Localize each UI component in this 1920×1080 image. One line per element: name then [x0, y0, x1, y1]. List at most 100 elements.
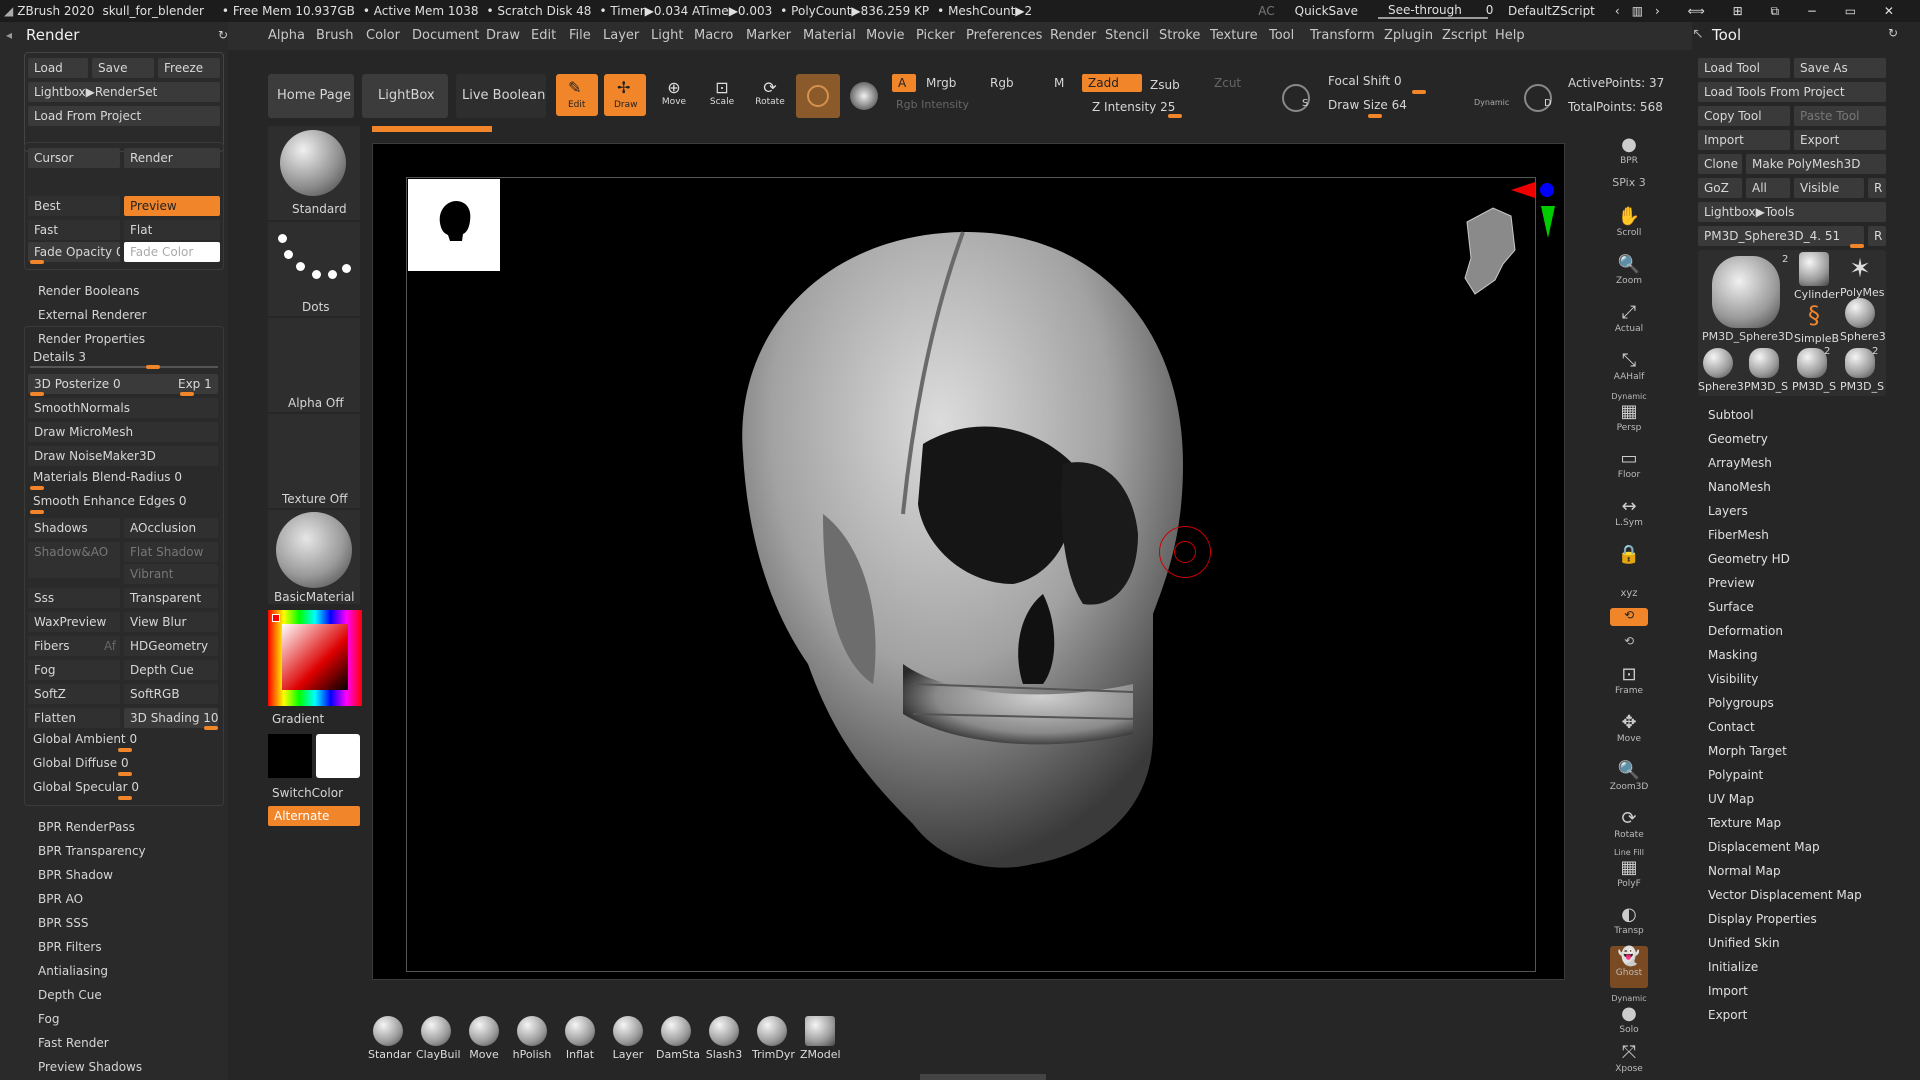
preview-section[interactable]: Preview: [1708, 576, 1755, 590]
render-properties-header[interactable]: Render Properties: [38, 332, 145, 346]
bpr-shadow-section[interactable]: BPR Shadow: [38, 868, 113, 882]
clone-button[interactable]: Clone: [1698, 154, 1742, 174]
polygroups-section[interactable]: Polygroups: [1708, 696, 1774, 710]
scale-button[interactable]: ⊡ Scale: [704, 78, 740, 107]
depth-cue-section[interactable]: Depth Cue: [38, 988, 102, 1002]
external-renderer-section[interactable]: External Renderer: [38, 308, 146, 322]
load-button[interactable]: Load: [28, 58, 88, 78]
smooth-enhance-knob[interactable]: [30, 510, 44, 514]
solo-button[interactable]: Dynamic ● Solo: [1606, 994, 1652, 1035]
preview-shadows-section[interactable]: Preview Shadows: [38, 1060, 142, 1074]
tool-thumb-pm3d-s-1[interactable]: PM3D_S: [1744, 348, 1788, 393]
menu-document[interactable]: Document: [412, 28, 479, 43]
secondary-color-swatch[interactable]: [268, 734, 312, 778]
details-knob[interactable]: [146, 365, 160, 369]
smooth-enhance-slider[interactable]: Smooth Enhance Edges 0: [33, 494, 187, 508]
bpr-ao-section[interactable]: BPR AO: [38, 892, 83, 906]
posterize-slider[interactable]: 3D Posterize 0 Exp 1: [28, 374, 218, 394]
tool-thumb-pm3d-sphere3d[interactable]: PM3D_Sphere3D 2: [1702, 254, 1793, 346]
lock-button[interactable]: 🔒: [1606, 544, 1652, 566]
menu-preferences[interactable]: Preferences: [966, 28, 1042, 43]
current-tool-knob[interactable]: [1850, 244, 1864, 248]
rgb-intensity-slider[interactable]: Rgb Intensity: [896, 98, 969, 111]
flatten-button[interactable]: Flatten: [28, 708, 120, 728]
softz-button[interactable]: SoftZ: [28, 684, 120, 704]
draw-size-slider[interactable]: Draw Size 64: [1328, 98, 1407, 112]
tool-thumb-pm3d-s-3[interactable]: PM3D_S 2: [1840, 346, 1884, 393]
brush-hpolish[interactable]: hPolish: [512, 1016, 552, 1061]
layers-section[interactable]: Layers: [1708, 504, 1748, 518]
deformation-section[interactable]: Deformation: [1708, 624, 1783, 638]
z-intensity-slider[interactable]: Z Intensity 25: [1092, 100, 1175, 114]
r-button[interactable]: R: [1868, 178, 1886, 198]
preview-button[interactable]: Preview: [124, 196, 220, 216]
lsym-button[interactable]: ↔ L.Sym: [1606, 496, 1652, 528]
rotate-view-button[interactable]: ⟳ Rotate: [1606, 808, 1652, 840]
normal-map-section[interactable]: Normal Map: [1708, 864, 1781, 878]
gradient-label[interactable]: Gradient: [272, 712, 324, 726]
brush-slot[interactable]: Standard: [268, 126, 360, 220]
texture-mode-icon[interactable]: [850, 82, 878, 110]
fog-button[interactable]: Fog: [28, 660, 120, 680]
focal-s-icon[interactable]: S: [1282, 84, 1310, 112]
focal-d-icon[interactable]: D: [1524, 84, 1552, 112]
brush-trimdynamic[interactable]: TrimDyr: [752, 1016, 795, 1061]
move-button[interactable]: ⊕ Move: [656, 78, 692, 107]
zadd-button[interactable]: Zadd: [1082, 74, 1142, 92]
flat-shadow-button[interactable]: Flat Shadow: [124, 542, 218, 562]
morph-target-section[interactable]: Morph Target: [1708, 744, 1787, 758]
polypaint-section[interactable]: Polypaint: [1708, 768, 1763, 782]
texture-map-section[interactable]: Texture Map: [1708, 816, 1781, 830]
a-button[interactable]: A: [892, 74, 916, 92]
transp-button[interactable]: ◐ Transp: [1606, 904, 1652, 936]
tool-thumb-cylinder[interactable]: Cylinder: [1794, 252, 1840, 301]
spix-slider[interactable]: SPix 3: [1606, 176, 1652, 189]
3d-shading-slider[interactable]: 3D Shading 100: [124, 708, 218, 728]
zoom3d-button[interactable]: 🔍 Zoom3D: [1606, 760, 1652, 792]
nanomesh-section[interactable]: NanoMesh: [1708, 480, 1771, 494]
focal-shift-slider[interactable]: Focal Shift 0: [1328, 74, 1402, 88]
displacement-map-section[interactable]: Displacement Map: [1708, 840, 1820, 854]
fibermesh-section[interactable]: FiberMesh: [1708, 528, 1769, 542]
bottom-tray-handle[interactable]: [920, 1074, 1046, 1080]
global-specular-knob[interactable]: [118, 796, 132, 800]
menu-transform[interactable]: Transform: [1310, 28, 1375, 43]
menu-macro[interactable]: Macro: [694, 28, 733, 43]
menu-help[interactable]: Help: [1495, 28, 1525, 43]
window-controls[interactable]: ‹▥› ⟺ ⊞ ⧉ − ▭ ✕: [1615, 4, 1906, 19]
load-tools-from-project-button[interactable]: Load Tools From Project: [1698, 82, 1886, 102]
scroll-button[interactable]: ✋ Scroll: [1606, 206, 1652, 238]
m-button[interactable]: M: [1054, 76, 1064, 90]
materials-blend-knob[interactable]: [30, 486, 44, 490]
bpr-filters-section[interactable]: BPR Filters: [38, 940, 102, 954]
menu-render[interactable]: Render: [1050, 28, 1096, 43]
menu-zscript[interactable]: Zscript: [1442, 28, 1487, 43]
brush-claybuildup[interactable]: ClayBuil: [416, 1016, 461, 1061]
current-tool-slider[interactable]: PM3D_Sphere3D_4. 51: [1698, 226, 1864, 246]
actual-button[interactable]: ⤢ Actual: [1606, 302, 1652, 334]
global-diffuse-knob[interactable]: [118, 772, 132, 776]
bpr-transparency-section[interactable]: BPR Transparency: [38, 844, 146, 858]
menu-file[interactable]: File: [569, 28, 591, 43]
geometry-hd-section[interactable]: Geometry HD: [1708, 552, 1790, 566]
bpr-sss-section[interactable]: BPR SSS: [38, 916, 88, 930]
vector-displacement-map-section[interactable]: Vector Displacement Map: [1708, 888, 1862, 902]
brush-inflate[interactable]: Inflat: [560, 1016, 600, 1061]
tool-panel-title[interactable]: Tool: [1712, 26, 1741, 44]
fast-button[interactable]: Fast: [28, 220, 120, 240]
home-page-button[interactable]: Home Page: [268, 74, 354, 118]
menu-material[interactable]: Material: [803, 28, 856, 43]
main-color-swatch[interactable]: [316, 734, 360, 778]
global-diffuse-slider[interactable]: Global Diffuse 0: [33, 756, 129, 770]
save-button[interactable]: Save: [92, 58, 154, 78]
tool-panel-grip-icon[interactable]: ↖: [1692, 26, 1704, 42]
fibers-button[interactable]: Fibers Af: [28, 636, 120, 656]
uv-map-section[interactable]: UV Map: [1708, 792, 1754, 806]
shadows-button[interactable]: Shadows: [28, 518, 120, 538]
live-boolean-button[interactable]: Live Boolean: [456, 74, 546, 118]
shadow-ao-button[interactable]: Shadow&AO: [28, 542, 120, 578]
alternate-button[interactable]: Alternate: [268, 806, 360, 826]
fade-color-swatch[interactable]: Fade Color: [124, 242, 220, 262]
rotate-axis-icon[interactable]: ⟲: [1606, 634, 1652, 648]
move-view-button[interactable]: ✥ Move: [1606, 712, 1652, 744]
